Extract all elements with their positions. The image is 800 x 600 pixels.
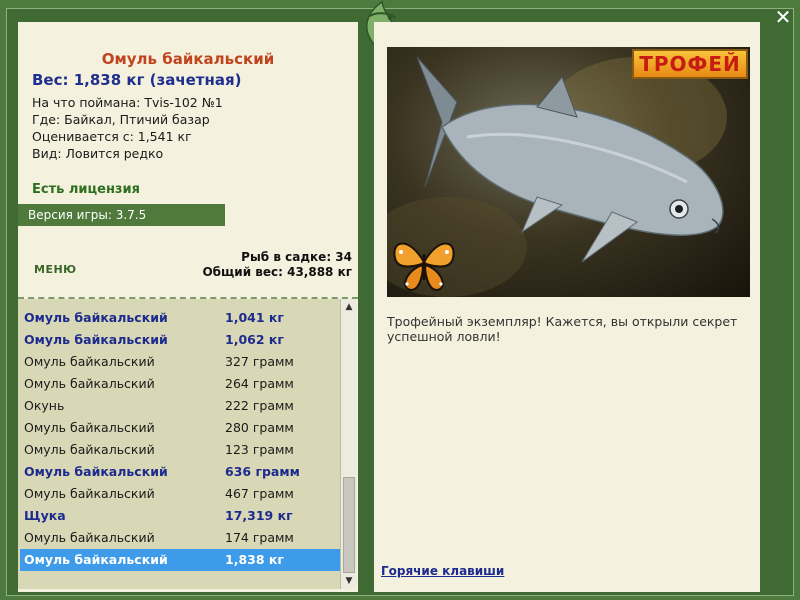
location-info: Где: Байкал, Птичий базар (32, 112, 210, 127)
catch-row[interactable]: Омуль байкальский 636 грамм (20, 461, 340, 483)
rarity-info: Вид: Ловится редко (32, 146, 164, 161)
catch-fish-name: Омуль байкальский (24, 552, 168, 567)
fish-photo: ТРОФЕЙ (387, 47, 750, 297)
catch-list[interactable]: Омуль байкальский 1,041 кг Омуль байкальск… (18, 299, 340, 589)
catch-fish-name: Омуль байкальский (24, 486, 155, 501)
catch-fish-name: Омуль байкальский (24, 332, 168, 347)
catch-fish-name: Омуль байкальский (24, 530, 155, 545)
catch-fish-weight: 1,041 кг (225, 310, 284, 325)
catch-row[interactable]: Омуль байкальский 1,041 кг (20, 307, 340, 329)
catch-row[interactable]: Омуль байкальский 1,062 кг (20, 329, 340, 351)
catch-fish-weight: 280 грамм (225, 420, 294, 435)
fish-weight: Вес: 1,838 кг (зачетная) (32, 71, 242, 89)
catch-fish-weight: 222 грамм (225, 398, 294, 413)
fish-details: Омуль байкальский Вес: 1,838 кг (зачетна… (18, 22, 358, 299)
catch-row[interactable]: Омуль байкальский 280 грамм (20, 417, 340, 439)
scroll-up-icon[interactable]: ▲ (341, 299, 357, 315)
catch-row[interactable]: Окунь 222 грамм (20, 395, 340, 417)
catch-row[interactable]: Омуль байкальский 174 грамм (20, 527, 340, 549)
catch-row[interactable]: Щука 17,319 кг (20, 505, 340, 527)
catch-row[interactable]: Омуль байкальский 1,838 кг (20, 549, 340, 571)
butterfly-icon (389, 232, 459, 294)
catch-fish-name: Омуль байкальский (24, 376, 155, 391)
catch-fish-name: Омуль байкальский (24, 310, 168, 325)
fish-preview-panel: ТРОФЕЙ Трофейный экземпляр! Кажется, вы … (374, 22, 760, 592)
fish-title: Омуль байкальский (101, 50, 275, 68)
game-version: Версия игры: 3.7.5 (18, 204, 225, 226)
fish-info-panel: Омуль байкальский Вес: 1,838 кг (зачетна… (18, 22, 358, 592)
total-weight: Общий вес: 43,888 кг (202, 265, 352, 279)
catch-fish-weight: 467 грамм (225, 486, 294, 501)
trophy-description: Трофейный экземпляр! Кажется, вы открыли… (387, 314, 738, 344)
menu-button[interactable]: МЕНЮ (34, 263, 77, 276)
scroll-thumb[interactable] (343, 477, 355, 573)
catch-fish-weight: 264 грамм (225, 376, 294, 391)
keepnet-stats: Рыб в садке: 34 Общий вес: 43,888 кг (202, 250, 352, 280)
catch-fish-weight: 1,062 кг (225, 332, 284, 347)
catch-fish-weight: 17,319 кг (225, 508, 293, 523)
catch-fish-weight: 1,838 кг (225, 552, 284, 567)
license-status: Есть лицензия (32, 182, 140, 197)
close-icon[interactable]: ✕ (772, 6, 794, 28)
scroll-down-icon[interactable]: ▼ (341, 573, 357, 589)
catch-fish-weight: 327 грамм (225, 354, 294, 369)
trophy-badge: ТРОФЕЙ (632, 49, 748, 79)
catch-fish-name: Омуль байкальский (24, 464, 168, 479)
hotkeys-link[interactable]: Горячие клавиши (381, 564, 504, 578)
catch-row[interactable]: Омуль байкальский 264 грамм (20, 373, 340, 395)
valuation-info: Оценивается с: 1,541 кг (32, 129, 192, 144)
catch-fish-name: Омуль байкальский (24, 354, 155, 369)
list-scrollbar[interactable]: ▲ ▼ (340, 299, 357, 589)
catch-fish-weight: 123 грамм (225, 442, 294, 457)
catch-fish-name: Омуль байкальский (24, 420, 155, 435)
catch-row[interactable]: Омуль байкальский 327 грамм (20, 351, 340, 373)
catch-fish-weight: 636 грамм (225, 464, 300, 479)
catch-fish-name: Окунь (24, 398, 65, 413)
catch-fish-name: Омуль байкальский (24, 442, 155, 457)
catch-row[interactable]: Омуль байкальский 467 грамм (20, 483, 340, 505)
catch-row[interactable]: Омуль байкальский 123 грамм (20, 439, 340, 461)
fish-count: Рыб в садке: 34 (241, 250, 352, 264)
catch-fish-name: Щука (24, 508, 66, 523)
catch-fish-weight: 174 грамм (225, 530, 294, 545)
bait-info: На что поймана: Tvis-102 №1 (32, 95, 223, 110)
